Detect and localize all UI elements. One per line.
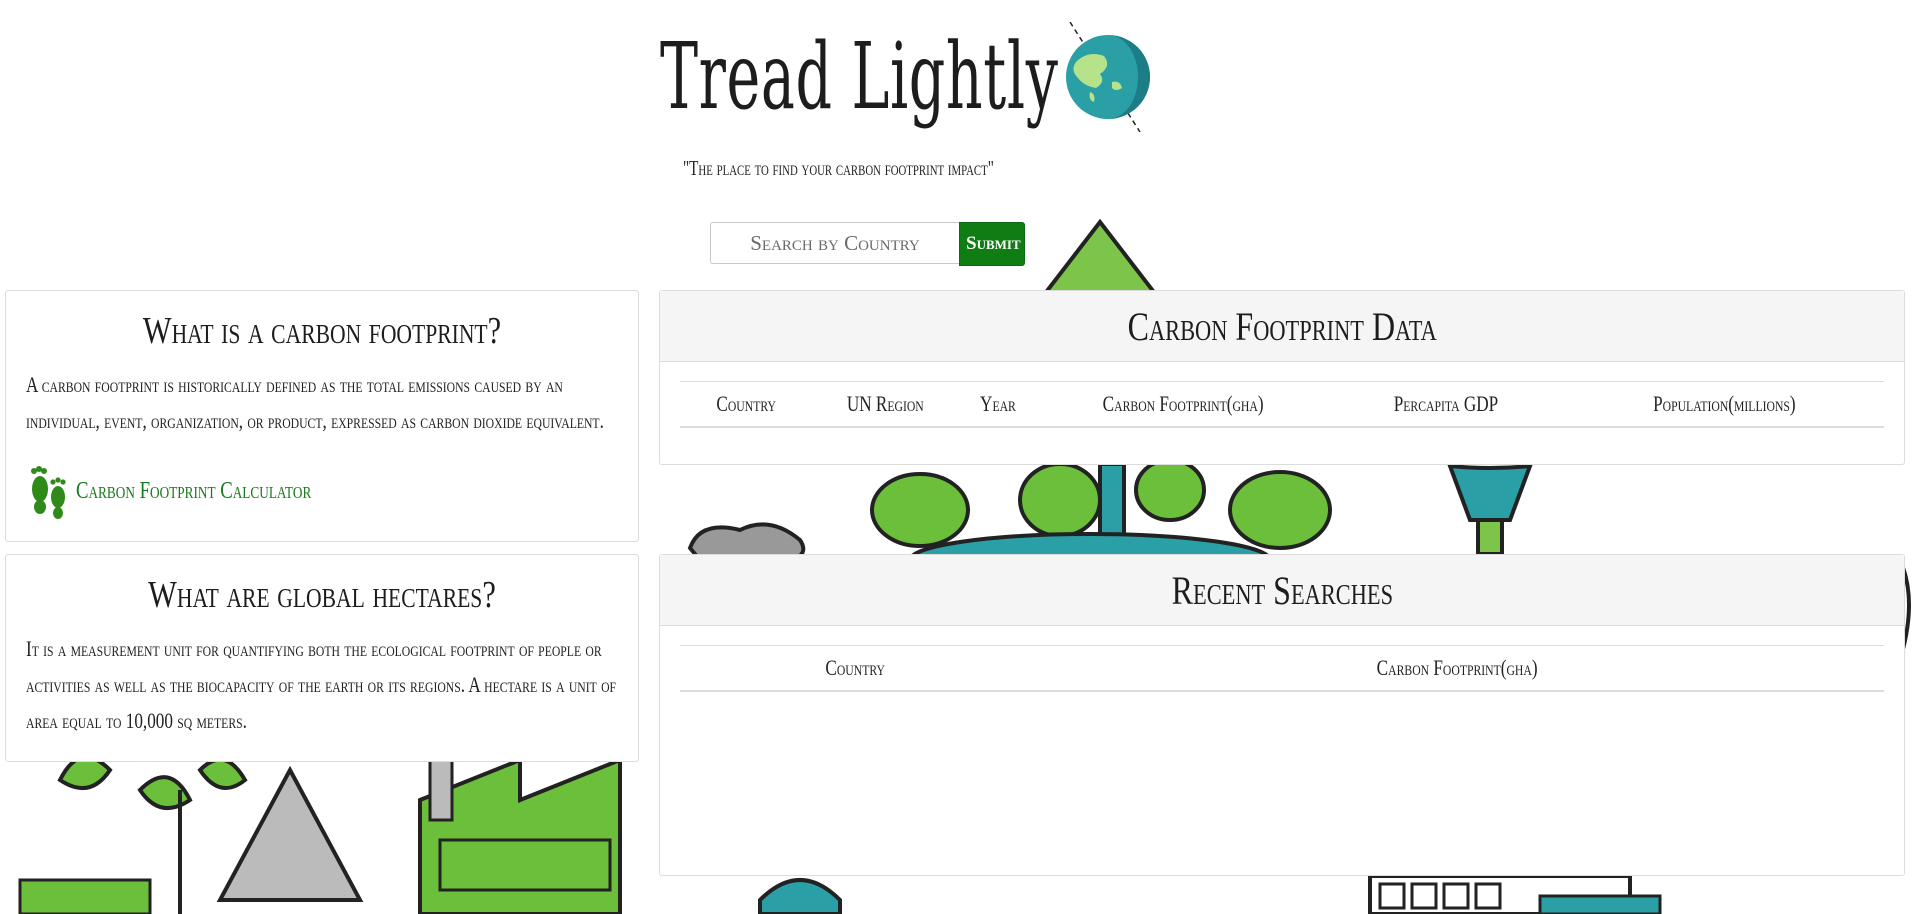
- column-header-percapita-gdp[interactable]: Percapita GDP: [1328, 381, 1564, 428]
- carbon-footprint-calculator-link[interactable]: Carbon Footprint Calculator: [28, 461, 378, 521]
- column-header-country[interactable]: Country: [680, 645, 1030, 692]
- tagline: "The place to find your carbon footprint…: [683, 156, 994, 180]
- column-header-population[interactable]: Population(millions): [1564, 381, 1884, 428]
- table-header-row: Country UN Region Year Carbon Footprint(…: [680, 381, 1884, 428]
- carbon-footprint-definition: A carbon footprint is historically defin…: [26, 372, 604, 433]
- carbon-footprint-data-panel: Carbon Footprint Data Country UN Region …: [659, 290, 1905, 465]
- data-panel-header: Carbon Footprint Data: [660, 291, 1904, 362]
- column-header-un-region[interactable]: UN Region: [812, 381, 958, 428]
- calculator-link-label: Carbon Footprint Calculator: [76, 477, 312, 504]
- recent-searches-panel: Recent Searches Country Carbon Footprint…: [659, 554, 1905, 876]
- global-hectares-definition: It is a measurement unit for quantifying…: [26, 636, 617, 733]
- search-form: Submit: [710, 222, 1025, 266]
- brand: Tread Lightly: [660, 22, 1303, 132]
- carbon-footprint-info-card: What is a carbon footprint? A carbon foo…: [5, 290, 639, 542]
- global-hectares-heading: What are global hectares?: [148, 574, 496, 616]
- footprints-icon: [31, 466, 66, 519]
- globe-logo-icon: [1066, 22, 1150, 132]
- column-header-carbon-footprint[interactable]: Carbon Footprint(gha): [1030, 645, 1884, 692]
- table-header-row: Country Carbon Footprint(gha): [680, 645, 1884, 692]
- site-title: Tread Lightly: [660, 23, 1059, 130]
- column-header-year[interactable]: Year: [958, 381, 1038, 428]
- country-search-input[interactable]: [710, 222, 959, 264]
- carbon-data-table: Country UN Region Year Carbon Footprint(…: [680, 381, 1884, 428]
- column-header-country[interactable]: Country: [680, 381, 812, 428]
- recent-searches-table: Country Carbon Footprint(gha): [680, 645, 1884, 692]
- recent-panel-title: Recent Searches: [1171, 567, 1393, 613]
- submit-button[interactable]: Submit: [959, 222, 1025, 266]
- recent-panel-header: Recent Searches: [660, 555, 1904, 626]
- column-header-carbon-footprint[interactable]: Carbon Footprint(gha): [1038, 381, 1328, 428]
- carbon-footprint-heading: What is a carbon footprint?: [142, 310, 502, 352]
- data-panel-title: Carbon Footprint Data: [1127, 303, 1437, 349]
- global-hectares-info-card: What are global hectares? It is a measur…: [5, 554, 639, 762]
